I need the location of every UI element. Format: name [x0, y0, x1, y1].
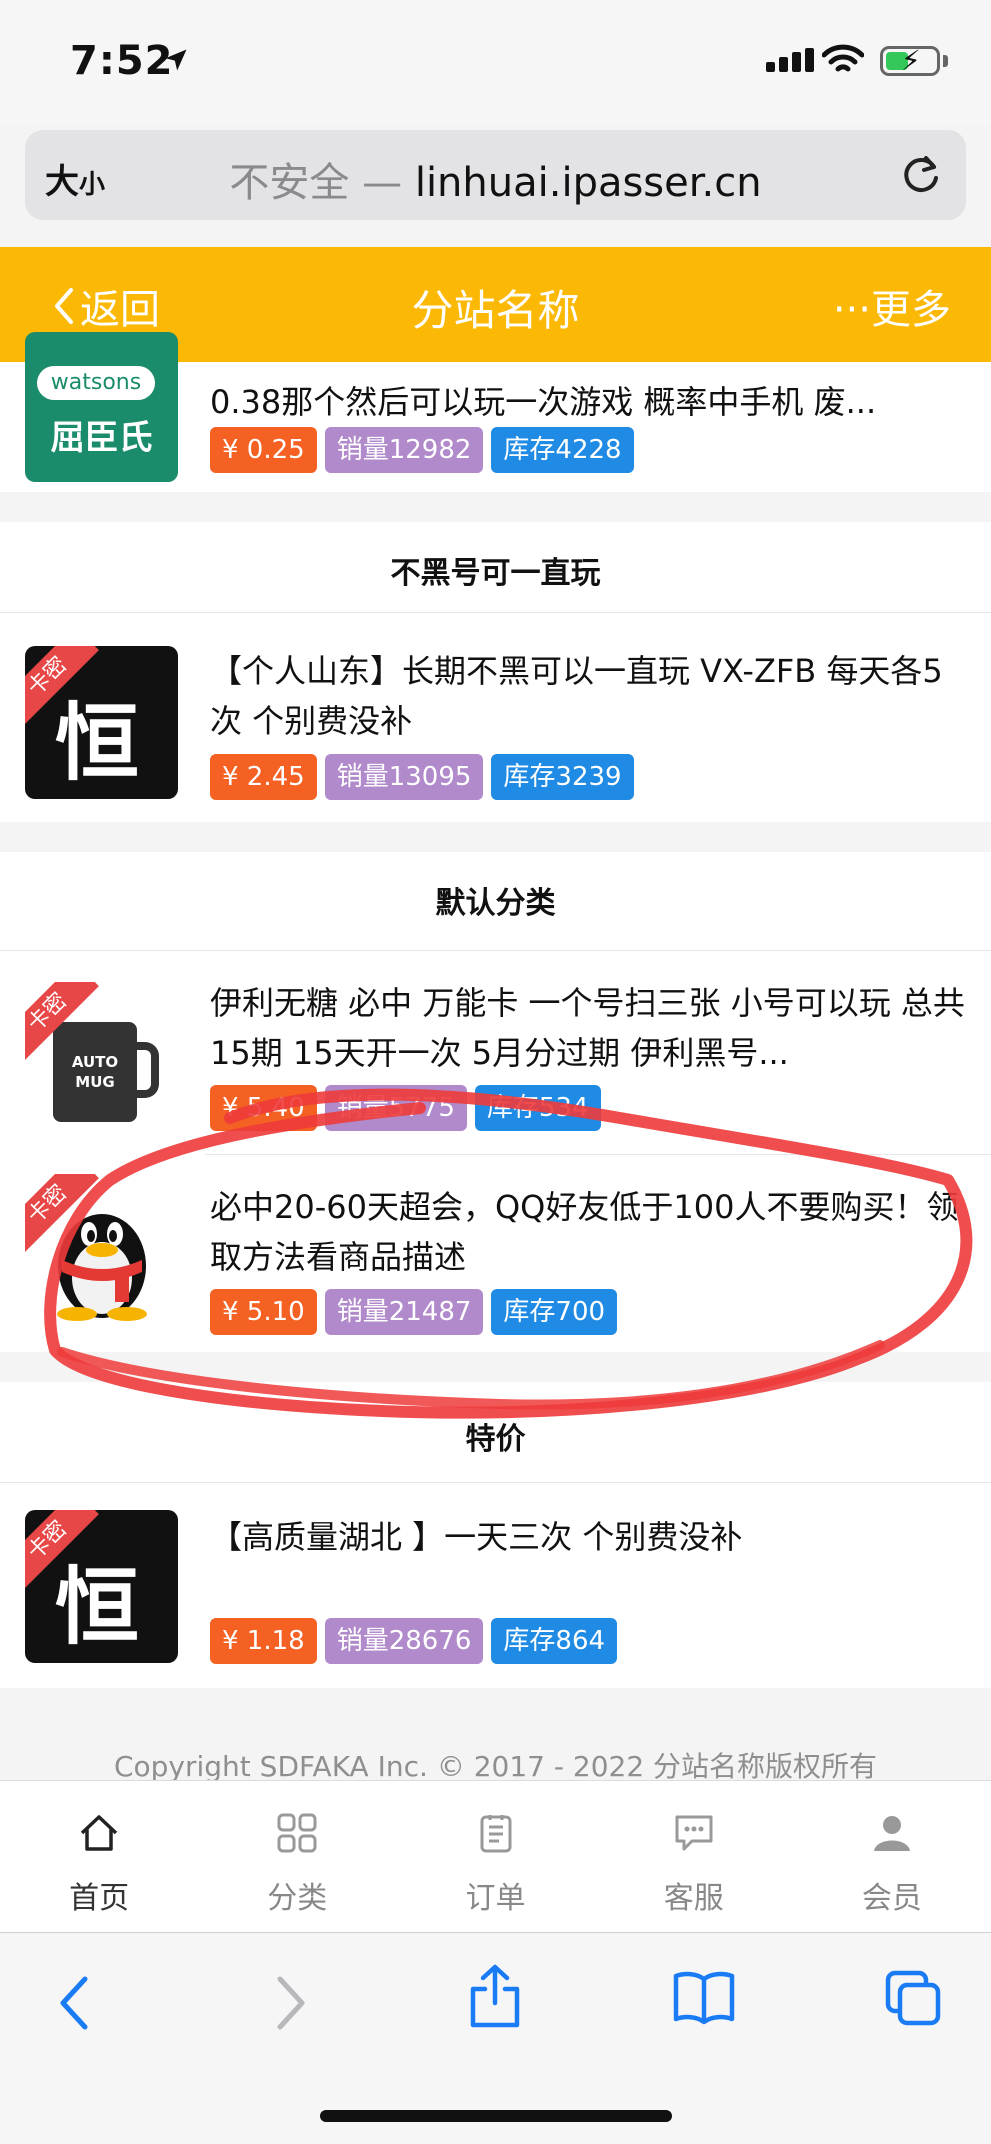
sales-badge: 销量5775: [324, 1085, 467, 1131]
reload-icon[interactable]: [898, 152, 944, 198]
more-label: 更多: [871, 287, 951, 333]
bottom-tab-bar: 首页 分类 订单 客服 会员: [0, 1780, 991, 1932]
section-divider: [0, 950, 991, 951]
tab-orders[interactable]: 订单: [396, 1781, 594, 1932]
price-badge: ¥ 5.40: [210, 1085, 317, 1131]
tab-support[interactable]: 客服: [595, 1781, 793, 1932]
section-title: 默认分类: [435, 886, 556, 921]
battery-cap: [943, 55, 948, 67]
location-arrow-icon: [165, 49, 187, 71]
price-badge: ¥ 2.45: [210, 754, 317, 800]
order-icon: [480, 1815, 511, 1853]
mug-handle: [133, 1042, 159, 1098]
status-bar: 7:52 ⚡: [0, 0, 991, 125]
category-section: 默认分类 AUTO MUG 卡密 伊利无糖 必中 万能卡 一个号扫三张 小号可以…: [0, 852, 991, 1352]
item-divider: [205, 1154, 991, 1155]
tab-member[interactable]: 会员: [793, 1781, 991, 1932]
product-thumbnail: 卡密: [25, 1174, 178, 1327]
price-badge: ¥ 1.18: [210, 1618, 317, 1664]
url-display[interactable]: 不安全 — linhuai.ipasser.cn: [25, 150, 966, 208]
home-indicator: [320, 2110, 672, 2122]
more-dots-icon: ···: [832, 287, 871, 333]
insecure-label: 不安全: [229, 160, 350, 206]
address-bar[interactable]: 大小 不安全 — linhuai.ipasser.cn: [25, 130, 966, 220]
stock-badge: 库存534: [474, 1085, 601, 1131]
sales-badge: 销量12982: [324, 427, 484, 473]
stock-badge: 库存4228: [491, 427, 634, 473]
tab-category[interactable]: 分类: [198, 1781, 396, 1932]
url-separator: —: [362, 160, 403, 206]
stock-badge: 库存864: [491, 1618, 618, 1664]
chat-icon: [675, 1815, 713, 1851]
product-thumbnail: AUTO MUG 卡密: [25, 982, 178, 1135]
stock-badge: 库存700: [491, 1289, 618, 1335]
product-title[interactable]: 【高质量湖北 】一天三次 个别费没补: [210, 1512, 965, 1562]
product-badges: ¥ 2.45 销量13095 库存3239: [210, 754, 634, 800]
sales-badge: 销量28676: [324, 1618, 484, 1664]
category-section: 特价 卡密 恒 【高质量湖北 】一天三次 个别费没补 ¥ 1.18 销量2867…: [0, 1382, 991, 1688]
stock-badge: 库存3239: [491, 754, 634, 800]
browser-back-icon[interactable]: [55, 1975, 95, 2031]
thumb-text: AUTO MUG: [71, 1053, 119, 1091]
product-thumbnail: 卡密 恒: [25, 1510, 178, 1663]
section-divider: [0, 1482, 991, 1483]
product-badges: ¥ 5.10 销量21487 库存700: [210, 1289, 618, 1335]
battery-icon: ⚡: [880, 46, 940, 76]
bookmarks-icon[interactable]: [672, 1969, 736, 2025]
sales-badge: 销量13095: [324, 754, 484, 800]
watsons-logo: watsons: [37, 366, 155, 400]
thumb-text: 恒: [55, 1557, 140, 1656]
section-title: 不黑号可一直玩: [390, 556, 601, 591]
product-badges: ¥ 5.40 销量5775 库存534: [210, 1085, 601, 1131]
category-section: 不黑号可一直玩 卡密 恒 【个人山东】长期不黑可以一直玩 VX-ZFB 每天各5…: [0, 522, 991, 822]
share-icon[interactable]: [466, 1963, 524, 2029]
thumb-text: 恒: [55, 693, 140, 792]
wifi-icon: [822, 44, 864, 72]
url-domain: linhuai.ipasser.cn: [414, 160, 762, 206]
product-thumbnail: watsons 屈臣氏: [25, 332, 178, 482]
browser-forward-icon[interactable]: [270, 1975, 310, 2031]
more-button[interactable]: ···更多: [833, 277, 951, 335]
product-badges: ¥ 0.25 销量12982 库存4228: [210, 427, 634, 473]
home-icon: [80, 1815, 118, 1851]
grid-icon: [277, 1813, 317, 1853]
product-thumbnail: 卡密 恒: [25, 646, 178, 799]
product-card[interactable]: watsons 屈臣氏 0.38那个然后可以玩一次游戏 概率中手机 废... ¥…: [0, 332, 991, 492]
user-icon: [873, 1816, 910, 1851]
tab-home[interactable]: 首页: [0, 1781, 198, 1932]
price-badge: ¥ 5.10: [210, 1289, 317, 1335]
sales-badge: 销量21487: [324, 1289, 484, 1335]
thumb-text: 屈臣氏: [50, 418, 153, 458]
product-title[interactable]: 必中20-60天超会，QQ好友低于100人不要购买！领取方法看商品描述: [210, 1182, 965, 1282]
section-divider: [0, 612, 991, 613]
product-badges: ¥ 1.18 销量28676 库存864: [210, 1618, 618, 1664]
tabs-icon[interactable]: [884, 1969, 944, 2027]
section-title: 特价: [465, 1422, 526, 1457]
product-title[interactable]: 伊利无糖 必中 万能卡 一个号扫三张 小号可以玩 总共15期 15天开一次 5月…: [210, 978, 965, 1078]
clock-time: 7:52: [70, 38, 174, 84]
price-badge: ¥ 0.25: [210, 427, 317, 473]
product-title[interactable]: 【个人山东】长期不黑可以一直玩 VX-ZFB 每天各5次 个别费没补: [210, 646, 965, 746]
copyright-text: Copyright SDFAKA Inc. © 2017 - 2022 分站名称…: [113, 1750, 878, 1783]
product-title[interactable]: 0.38那个然后可以玩一次游戏 概率中手机 废...: [210, 377, 965, 427]
